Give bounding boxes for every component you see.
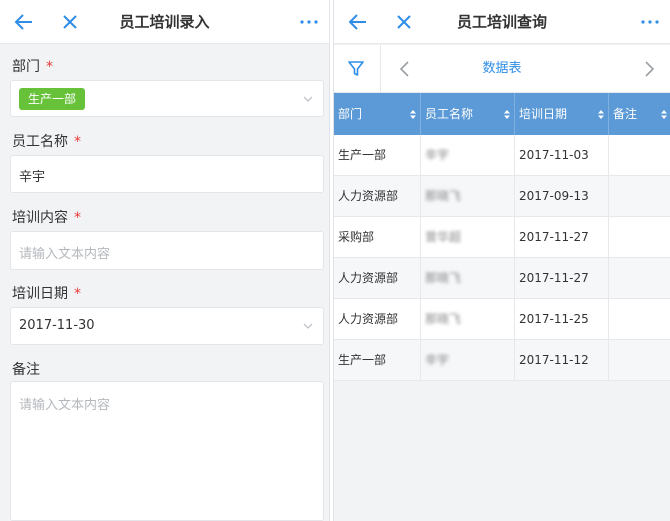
chevron-down-icon [303, 323, 313, 329]
column-header-remark[interactable]: 备注 [609, 93, 670, 135]
training-date-select[interactable]: 2017-11-30 [10, 307, 324, 345]
field-label-training-content: 培训内容 * [12, 210, 81, 226]
sort-icon [504, 110, 510, 119]
table-row[interactable]: 采购部 曾华超 2017-11-27 [334, 217, 670, 258]
training-content-input[interactable]: 请输入文本内容 [10, 231, 324, 270]
chevron-down-icon [303, 96, 313, 102]
cell-department: 生产一部 [334, 340, 421, 381]
department-select[interactable]: 生产一部 [10, 80, 324, 117]
column-header-employee-name[interactable]: 员工名称 [421, 93, 515, 135]
sort-icon [598, 110, 604, 119]
column-header-department[interactable]: 部门 [334, 93, 421, 135]
cell-employee-name: 辛宇 [421, 135, 515, 176]
remark-textarea[interactable]: 请输入文本内容 [10, 381, 324, 521]
cell-employee-name: 那晓飞 [421, 258, 515, 299]
sort-icon [661, 110, 667, 119]
cell-training-date: 2017-11-27 [515, 258, 609, 299]
table-row[interactable]: 生产一部 辛宇 2017-11-03 [334, 135, 670, 176]
query-titlebar: 员工培训查询 [334, 0, 670, 44]
cell-remark [609, 299, 670, 340]
back-arrow-icon[interactable] [346, 10, 370, 34]
cell-training-date: 2017-11-03 [515, 135, 609, 176]
toolbar-divider [380, 45, 381, 93]
more-icon[interactable] [638, 10, 662, 34]
cell-department: 采购部 [334, 217, 421, 258]
required-mark: * [74, 134, 81, 150]
department-tag: 生产一部 [19, 88, 86, 110]
cell-department: 生产一部 [334, 135, 421, 176]
cell-employee-name: 那晓飞 [421, 299, 515, 340]
chevron-left-icon[interactable] [398, 60, 412, 78]
close-icon[interactable] [58, 10, 82, 34]
cell-remark [609, 258, 670, 299]
cell-remark [609, 135, 670, 176]
cell-employee-name: 曾华超 [421, 217, 515, 258]
field-label-department: 部门 * [12, 59, 53, 75]
cell-remark [609, 176, 670, 217]
cell-remark [609, 340, 670, 381]
table-row[interactable]: 生产一部 辛宇 2017-11-12 [334, 340, 670, 381]
cell-department: 人力资源部 [334, 176, 421, 217]
back-arrow-icon[interactable] [12, 10, 36, 34]
close-icon[interactable] [392, 10, 416, 34]
page-title: 员工培训查询 [456, 13, 547, 31]
employee-name-value: 辛宇 [19, 170, 46, 185]
training-date-value: 2017-11-30 [19, 318, 95, 333]
field-label-employee-name: 员工名称 * [12, 134, 81, 150]
entry-form-panel: 员工培训录入 部门 * 生产一部 员工名称 * 辛宇 培训内容 * 请输入文本内容 培… [0, 0, 330, 521]
employee-name-input[interactable]: 辛宇 [10, 155, 324, 193]
required-mark: * [74, 286, 81, 302]
remark-placeholder: 请输入文本内容 [19, 398, 111, 413]
field-label-remark: 备注 [12, 362, 40, 378]
cell-training-date: 2017-11-25 [515, 299, 609, 340]
chevron-right-icon[interactable] [642, 60, 656, 78]
cell-training-date: 2017-11-12 [515, 340, 609, 381]
cell-remark [609, 217, 670, 258]
query-panel: 员工培训查询 数据表 部门 员工名称 培训日期 备注 生产一部 辛宇 2017-… [333, 0, 670, 521]
cell-training-date: 2017-11-27 [515, 217, 609, 258]
training-content-placeholder: 请输入文本内容 [19, 247, 111, 262]
cell-training-date: 2017-09-13 [515, 176, 609, 217]
query-toolbar: 数据表 [334, 45, 670, 93]
cell-employee-name: 那晓飞 [421, 176, 515, 217]
filter-icon[interactable] [346, 59, 366, 79]
column-header-training-date[interactable]: 培训日期 [515, 93, 609, 135]
table-row[interactable]: 人力资源部 那晓飞 2017-11-25 [334, 299, 670, 340]
table-empty-area [334, 381, 670, 521]
sort-icon [410, 110, 416, 119]
required-mark: * [46, 59, 53, 75]
cell-department: 人力资源部 [334, 258, 421, 299]
required-mark: * [74, 210, 81, 226]
view-name-label[interactable]: 数据表 [482, 61, 521, 76]
table-row[interactable]: 人力资源部 那晓飞 2017-11-27 [334, 258, 670, 299]
entry-titlebar: 员工培训录入 [0, 0, 329, 44]
more-icon[interactable] [297, 10, 321, 34]
cell-employee-name: 辛宇 [421, 340, 515, 381]
field-label-training-date: 培训日期 * [12, 286, 81, 302]
table-header: 部门 员工名称 培训日期 备注 [334, 93, 670, 135]
table-row[interactable]: 人力资源部 那晓飞 2017-09-13 [334, 176, 670, 217]
page-title: 员工培训录入 [119, 13, 210, 31]
cell-department: 人力资源部 [334, 299, 421, 340]
